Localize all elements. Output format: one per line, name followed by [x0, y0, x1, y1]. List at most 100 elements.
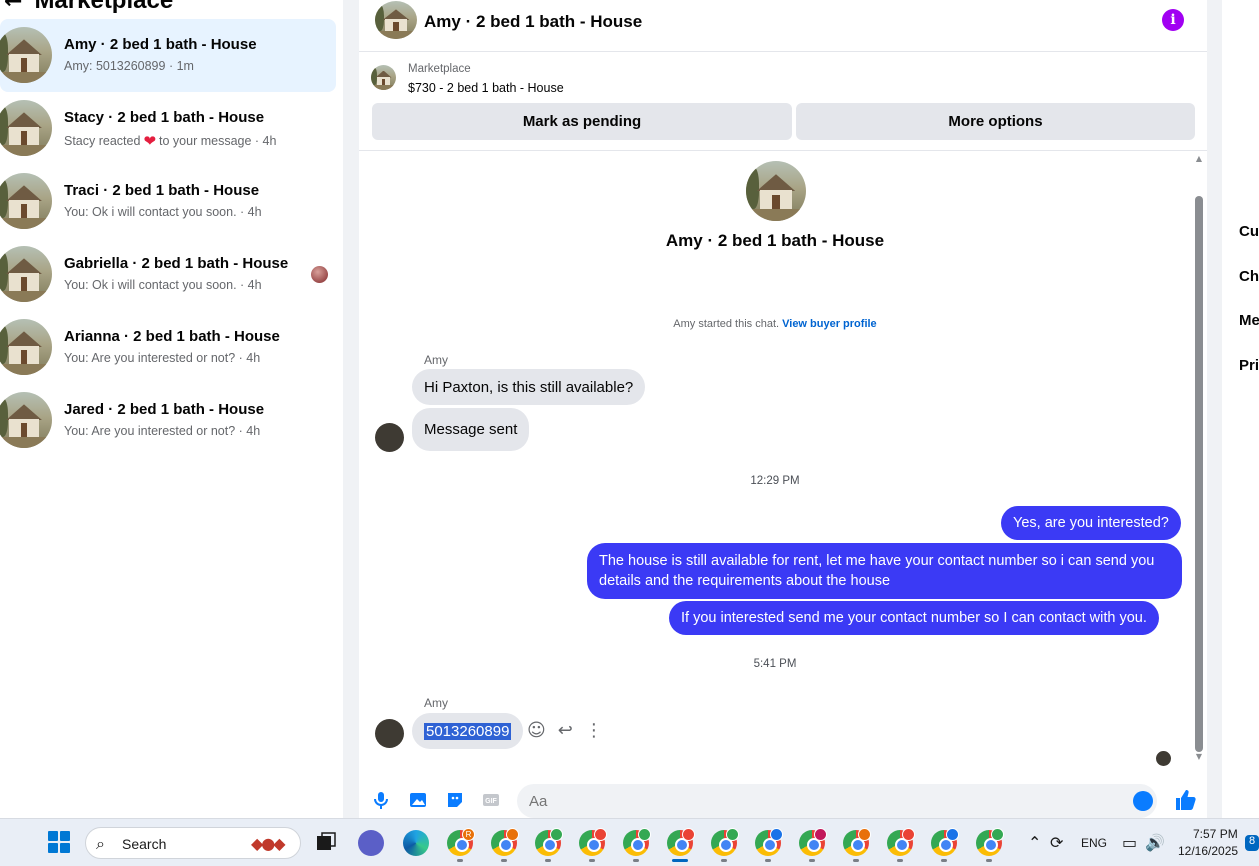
conversation-name: Arianna · 2 bed 1 bath - House	[64, 328, 280, 345]
details-item[interactable]: Cha	[1239, 268, 1259, 285]
taskbar-search[interactable]: ⌕ Search ◆●◆	[85, 827, 301, 859]
incoming-message[interactable]: Hi Paxton, is this still available?	[412, 369, 646, 405]
conversation-item-arianna[interactable]: Arianna · 2 bed 1 bath - House You: Are …	[0, 311, 336, 384]
heart-icon: ❤	[143, 132, 157, 150]
conversation-item-jared[interactable]: Jared · 2 bed 1 bath - House You: Are yo…	[0, 384, 336, 457]
conversation-item-traci[interactable]: Traci · 2 bed 1 bath - House You: Ok i w…	[0, 165, 336, 238]
house-thumbnail	[0, 246, 52, 302]
details-item[interactable]: Cus	[1239, 223, 1259, 240]
conversation-snippet: You: Are you interested or not? · 4h	[64, 424, 261, 438]
svg-text:GIF: GIF	[485, 798, 497, 805]
notification-badge[interactable]: 8	[1245, 835, 1259, 851]
house-thumbnail	[0, 319, 52, 375]
conversation-item-gabriella[interactable]: Gabriella · 2 bed 1 bath - House You: Ok…	[0, 238, 336, 311]
more-options-button[interactable]: More options	[796, 103, 1195, 140]
react-icon[interactable]: ☺	[527, 720, 546, 741]
edge-icon[interactable]	[403, 830, 429, 856]
language-indicator[interactable]: ENG	[1081, 836, 1107, 850]
running-indicator	[589, 859, 595, 862]
conversation-snippet: Amy: 5013260899 · 1m	[64, 59, 194, 73]
running-indicator	[457, 859, 463, 862]
reply-icon[interactable]: ↩	[558, 720, 573, 741]
conversation-name: Amy · 2 bed 1 bath - House	[64, 36, 257, 53]
task-view-icon[interactable]	[314, 830, 338, 854]
profile-badge-icon	[814, 828, 827, 841]
listing-source: Marketplace	[408, 63, 471, 75]
mark-as-pending-button[interactable]: Mark as pending	[372, 103, 792, 140]
incoming-message[interactable]: 5013260899	[412, 713, 524, 749]
info-icon[interactable]: i	[1162, 9, 1184, 31]
chat-started-notice: Amy started this chat. View buyer profil…	[359, 318, 1191, 330]
conversation-list-panel: ← Marketplace Amy · 2 bed 1 bath - House…	[0, 0, 343, 818]
details-item[interactable]: Pri	[1239, 357, 1259, 374]
conversation-item-amy[interactable]: Amy · 2 bed 1 bath - House Amy: 50132608…	[0, 19, 336, 92]
snippet-text: Stacy reacted	[64, 134, 141, 148]
back-arrow-icon[interactable]: ←	[4, 0, 22, 14]
listing-price-title[interactable]: $730 - 2 bed 1 bath - House	[408, 81, 564, 95]
profile-badge: R	[462, 828, 475, 841]
view-buyer-profile-link[interactable]: View buyer profile	[782, 318, 877, 330]
running-indicator	[986, 859, 992, 862]
conversation-name: Jared · 2 bed 1 bath - House	[64, 401, 265, 418]
running-indicator	[721, 859, 727, 862]
photo-icon[interactable]	[408, 790, 428, 810]
running-indicator	[765, 859, 771, 862]
conversation-item-stacy[interactable]: Stacy · 2 bed 1 bath - House Stacy react…	[0, 92, 336, 165]
conversation-snippet: You: Ok i will contact you soon. · 4h	[64, 205, 262, 219]
clock-date[interactable]: 12/16/2025	[1178, 844, 1238, 858]
message-actions: ☺ ↩ ⋮	[527, 720, 603, 741]
house-thumbnail	[0, 392, 52, 448]
running-indicator	[633, 859, 639, 862]
teams-icon[interactable]	[358, 830, 384, 856]
scroll-thumb[interactable]	[1195, 196, 1203, 752]
scroll-down-arrow-icon[interactable]: ▼	[1193, 752, 1205, 761]
sender-name: Amy	[424, 696, 448, 710]
running-indicator	[853, 859, 859, 862]
search-label: Search	[122, 836, 167, 852]
phone-number-text[interactable]: 5013260899	[424, 722, 512, 740]
sender-name: Amy	[424, 353, 448, 367]
outgoing-message[interactable]: If you interested send me your contact n…	[669, 601, 1159, 635]
seen-avatar	[311, 266, 328, 283]
profile-badge-icon	[682, 828, 695, 841]
microphone-icon[interactable]	[371, 790, 391, 810]
scroll-up-arrow-icon[interactable]: ▲	[1193, 154, 1205, 163]
incoming-message[interactable]: Message sent	[412, 408, 530, 451]
emoji-icon[interactable]	[1133, 791, 1153, 811]
conversation-name: Traci · 2 bed 1 bath - House	[64, 182, 260, 199]
profile-badge-icon	[991, 828, 1004, 841]
profile-badge-icon	[594, 828, 607, 841]
conversation-snippet: You: Are you interested or not? · 4h	[64, 351, 261, 365]
conversation-name: Gabriella · 2 bed 1 bath - House	[64, 255, 289, 272]
thread-title: Amy · 2 bed 1 bath - House	[665, 231, 885, 250]
listing-thumbnail[interactable]	[371, 65, 396, 90]
chat-header: Amy · 2 bed 1 bath - House i	[359, 0, 1207, 52]
sticker-icon[interactable]	[445, 790, 465, 810]
windows-start-icon[interactable]	[48, 831, 70, 853]
volume-icon[interactable]: 🔊	[1145, 833, 1165, 852]
chat-profile-avatar[interactable]	[746, 161, 806, 221]
sync-icon[interactable]: ⟳	[1050, 833, 1063, 852]
chat-title[interactable]: Amy · 2 bed 1 bath - House	[424, 12, 642, 32]
search-icon: ⌕	[96, 834, 105, 853]
outgoing-message[interactable]: Yes, are you interested?	[1001, 506, 1181, 540]
more-vertical-icon[interactable]: ⋮	[585, 720, 603, 741]
outgoing-message[interactable]: The house is still available for rent, l…	[587, 543, 1182, 599]
details-item[interactable]: Me	[1239, 312, 1259, 329]
sidebar-title: Marketplace	[34, 0, 174, 14]
thread-scrollbar[interactable]: ▲ ▼	[1193, 152, 1205, 770]
chat-avatar[interactable]	[375, 1, 417, 39]
clock-time[interactable]: 7:57 PM	[1193, 827, 1238, 841]
house-thumbnail	[0, 173, 52, 229]
thumbs-up-icon[interactable]	[1174, 788, 1198, 812]
sender-avatar	[375, 423, 404, 452]
snippet-text: to your message · 4h	[159, 134, 277, 148]
profile-badge-icon	[726, 828, 739, 841]
running-indicator	[545, 859, 551, 862]
chevron-up-icon[interactable]: ⌃	[1028, 833, 1041, 852]
message-input[interactable]	[517, 784, 1157, 818]
started-text: Amy started this chat.	[673, 318, 780, 330]
profile-badge-icon	[858, 828, 871, 841]
gif-icon[interactable]: GIF	[481, 790, 501, 810]
network-icon[interactable]: ▭	[1122, 833, 1137, 852]
